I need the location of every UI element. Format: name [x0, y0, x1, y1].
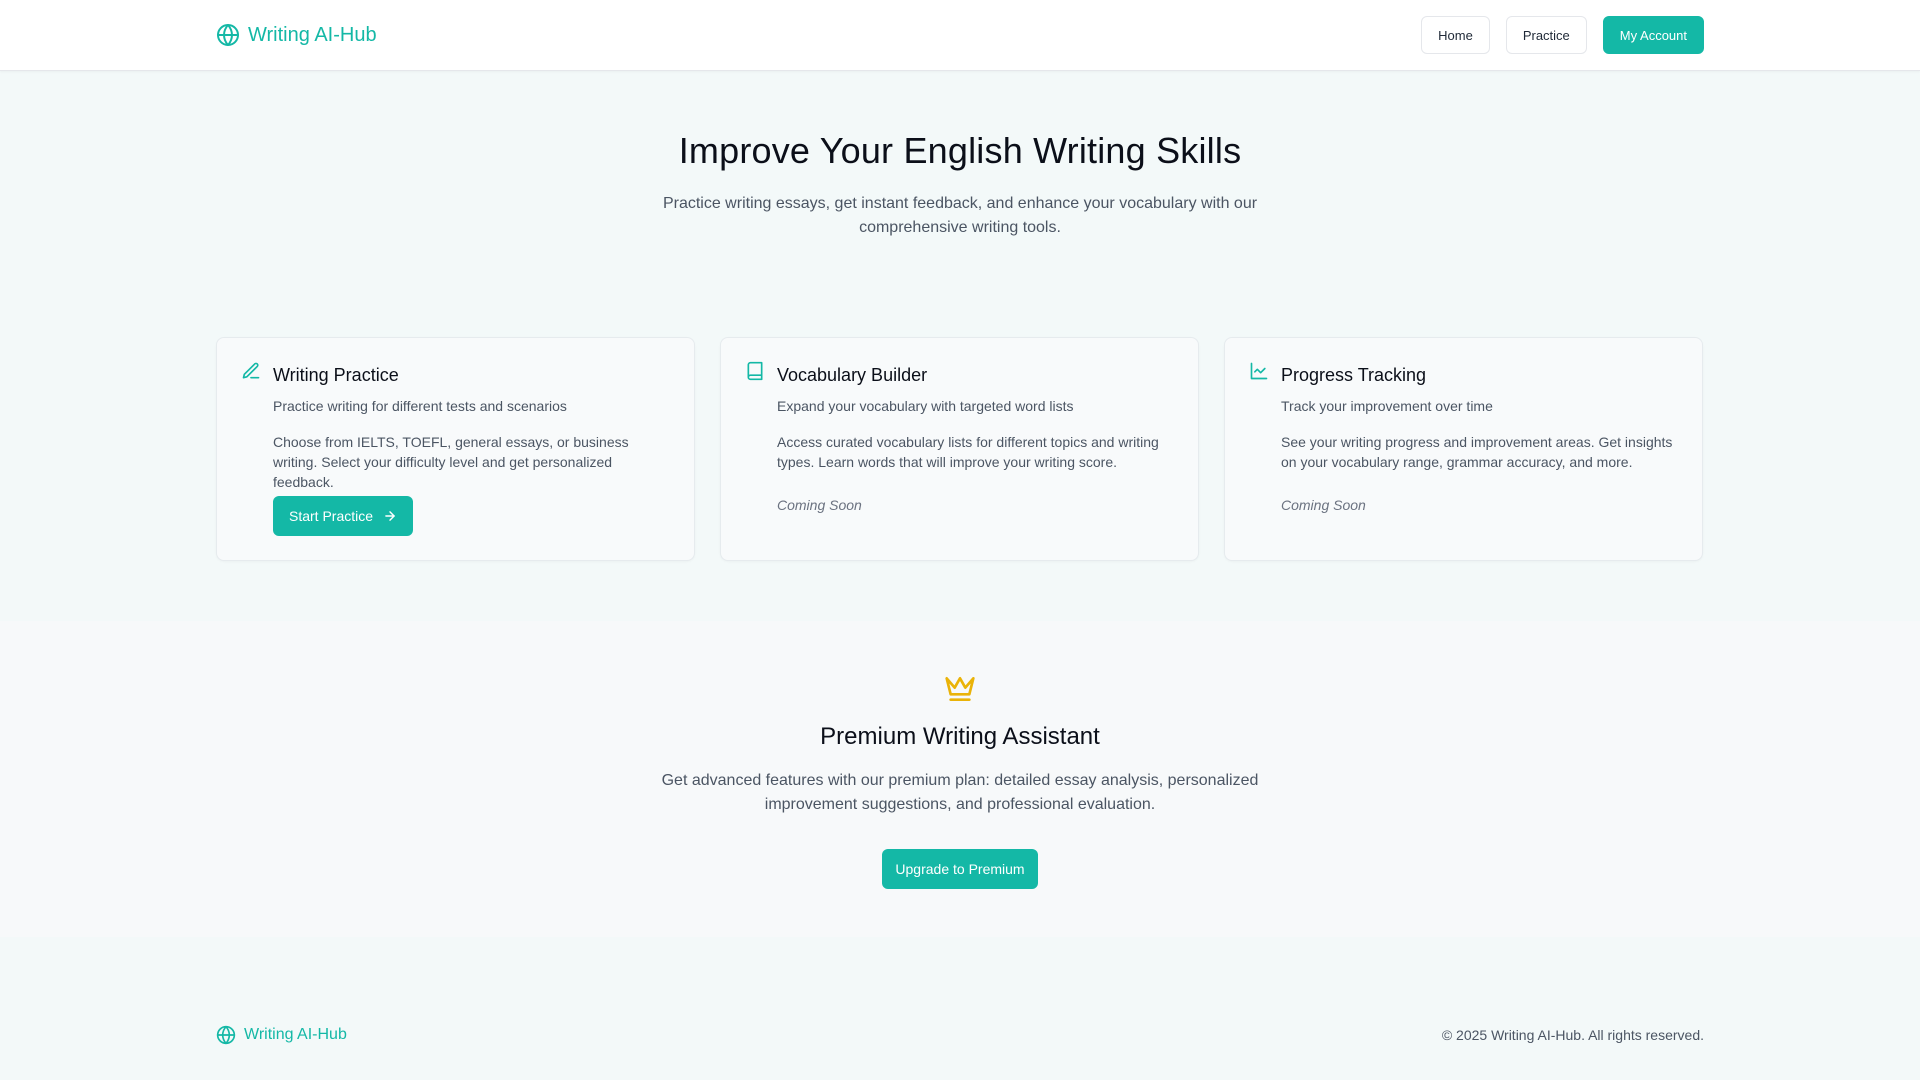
card-vocabulary-builder: Vocabulary Builder Expand your vocabular…: [720, 337, 1199, 561]
premium-title: Premium Writing Assistant: [820, 723, 1100, 750]
line-chart-icon: [1250, 362, 1268, 380]
nav-home-button[interactable]: Home: [1421, 16, 1490, 54]
card-writing-practice: Writing Practice Practice writing for di…: [216, 337, 695, 561]
coming-soon-label: Coming Soon: [777, 497, 862, 513]
coming-soon-label: Coming Soon: [1281, 497, 1366, 513]
card-subtitle: Track your improvement over time: [1281, 398, 1493, 414]
hero-title: Improve Your English Writing Skills: [678, 130, 1242, 171]
card-description: Access curated vocabulary lists for diff…: [777, 434, 1159, 470]
start-practice-button[interactable]: Start Practice: [273, 496, 414, 536]
footer-brand-name: Writing AI-Hub: [244, 1026, 347, 1043]
pencil-icon: [242, 362, 260, 379]
main-nav: Home Practice My Account: [1421, 16, 1704, 54]
hero-section: Improve Your English Writing Skills Prac…: [0, 130, 1920, 240]
start-practice-label: Start Practice: [289, 508, 374, 524]
nav-practice-button[interactable]: Practice: [1505, 16, 1587, 54]
card-title: Vocabulary Builder: [777, 365, 928, 385]
card-subtitle: Practice writing for different tests and…: [273, 398, 567, 414]
premium-description: Get advanced features with our premium p…: [661, 772, 1259, 813]
globe-icon: [216, 1025, 236, 1045]
card-title: Progress Tracking: [1281, 365, 1427, 385]
upgrade-to-premium-button[interactable]: Upgrade to Premium: [882, 849, 1038, 889]
top-header: Writing AI-Hub Home Practice My Account: [0, 0, 1920, 71]
globe-icon: [217, 24, 239, 46]
card-title: Writing Practice: [273, 365, 399, 385]
hero-subtitle: Practice writing essays, get instant fee…: [662, 195, 1258, 236]
card-description: See your writing progress and improvemen…: [1281, 434, 1673, 470]
crown-icon: [945, 677, 975, 701]
feature-cards: Writing Practice Practice writing for di…: [216, 337, 1703, 561]
card-description: Choose from IELTS, TOEFL, general essays…: [273, 434, 629, 490]
brand-logo-link[interactable]: Writing AI-Hub: [216, 20, 377, 50]
nav-my-account-button[interactable]: My Account: [1602, 16, 1704, 54]
book-icon: [747, 361, 763, 381]
premium-section: Premium Writing Assistant Get advanced f…: [0, 621, 1920, 937]
brand-name: Writing AI-Hub: [248, 23, 377, 46]
card-subtitle: Expand your vocabulary with targeted wor…: [777, 398, 1074, 414]
copyright-text: © 2025 Writing AI-Hub. All rights reserv…: [1441, 1027, 1704, 1043]
footer-brand-link[interactable]: Writing AI-Hub: [216, 1025, 347, 1045]
card-progress-tracking: Progress Tracking Track your improvement…: [1224, 337, 1703, 561]
arrow-right-icon: [385, 511, 395, 521]
